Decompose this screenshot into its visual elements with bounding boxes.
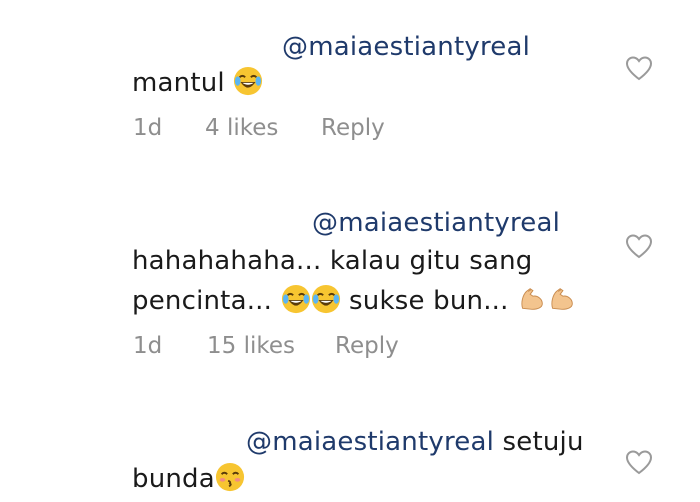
comment-likes[interactable]: 15 likes [207,333,295,359]
comment-text-after-mention: setuju [502,427,584,457]
comment-text-suffix: sukse bun... [349,286,509,316]
comment-likes[interactable]: 4 likes [205,115,278,141]
reply-button[interactable]: Reply [335,333,399,359]
reply-button[interactable]: Reply [321,115,385,141]
face-with-tears-of-joy-icon [233,66,263,96]
comment-age: 1d [133,333,163,359]
flexed-biceps-icon [547,284,577,314]
comment-mention[interactable]: @maiaestiantyreal [246,427,494,457]
comment-header-line: @maiaestiantyreal setuju [246,427,584,457]
comment-text: bunda [132,464,215,494]
flexed-biceps-icon [517,284,547,314]
comment-text: mantul [132,68,225,98]
like-heart-icon[interactable] [625,55,653,81]
face-with-tears-of-joy-icon [311,284,341,314]
comment-mention[interactable]: @maiaestiantyreal [312,208,560,238]
comment-mention[interactable]: @maiaestiantyreal [282,32,530,62]
comment-body: bunda [132,462,245,494]
face-with-tears-of-joy-icon [281,284,311,314]
like-heart-icon[interactable] [625,449,653,475]
like-heart-icon[interactable] [625,233,653,259]
comment-age: 1d [133,115,163,141]
comment-body-line-2: pencinta... sukse bun... [132,284,577,316]
kissing-face-with-smiling-eyes-icon [215,462,245,492]
comment-text-line-1: hahahahaha... kalau gitu sang [132,246,533,276]
comment-body: mantul [132,66,263,98]
comment-text-line-2: pencinta... [132,286,273,316]
